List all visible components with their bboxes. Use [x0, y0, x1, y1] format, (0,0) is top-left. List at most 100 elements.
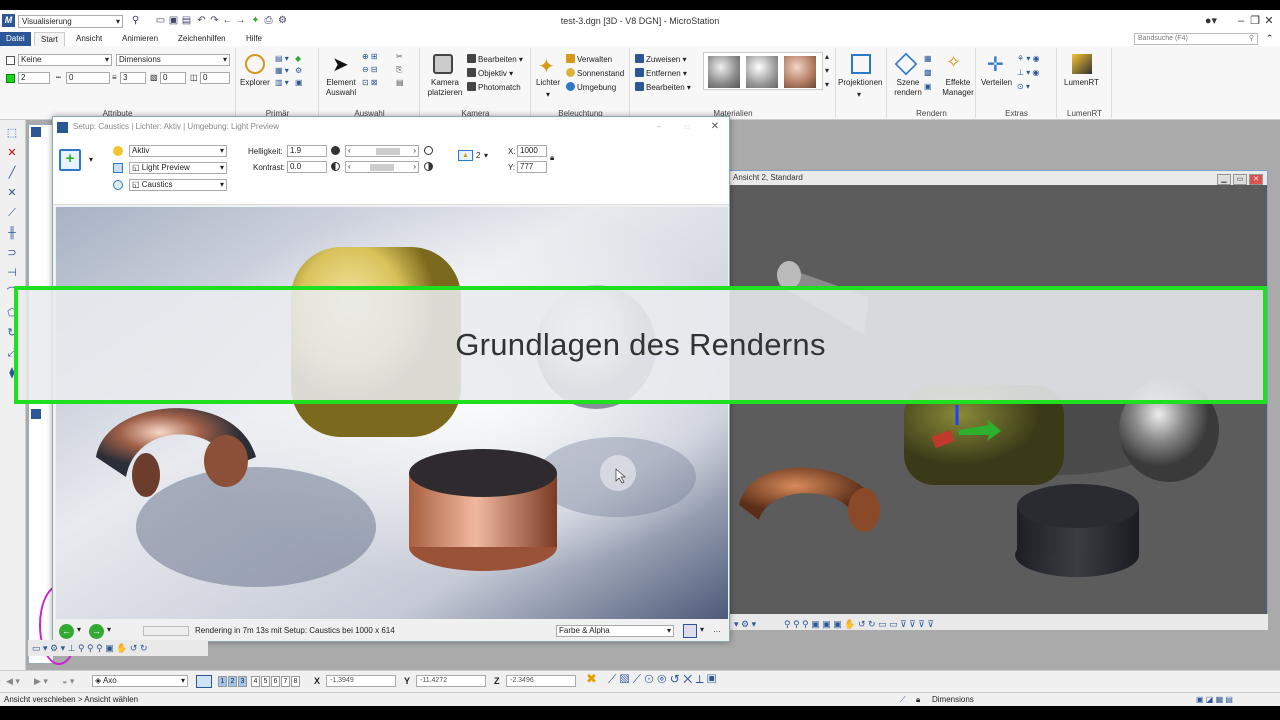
select-tool-icon[interactable]: ⬚	[4, 126, 20, 140]
zuweisen-button[interactable]: Zuweisen ▾	[635, 54, 687, 65]
tab-zeichenhilfen[interactable]: Zeichenhilfen	[172, 32, 232, 46]
tools-icon[interactable]: ⚙	[295, 66, 302, 76]
properties-icon[interactable]: ▣	[295, 78, 303, 88]
objektiv-button[interactable]: Objektiv ▾	[467, 68, 513, 79]
snap-tools-icons[interactable]: ⟋ ▧ ⟋ ⊙ ⊚ ↺ ✕ ⊥ ▣	[608, 673, 717, 685]
priority-select[interactable]: 0	[200, 72, 230, 84]
back-arrow-icon[interactable]: ←	[59, 624, 74, 639]
nav-forward-icon[interactable]: ▶ ▾	[34, 675, 48, 687]
material-thumb-copper[interactable]	[784, 56, 816, 88]
verteilen-button[interactable]: Verteilen	[981, 78, 1012, 88]
lichter-button[interactable]: Lichter	[536, 78, 560, 88]
save-image-icon[interactable]	[683, 624, 697, 638]
slider-right-arrow-icon[interactable]: ›	[413, 162, 416, 171]
lichter-dropdown-icon[interactable]: ▾	[546, 90, 550, 100]
tab-hilfe[interactable]: Hilfe	[240, 32, 268, 46]
copy-icon[interactable]: ⎘	[396, 65, 402, 75]
kamera-platzieren-button[interactable]: Kamera platzieren	[425, 78, 465, 98]
view-toggle-2[interactable]: 2	[228, 676, 237, 687]
lock-aspect-icon[interactable]: 🔒︎	[550, 153, 554, 163]
y-size-input[interactable]: 777	[517, 161, 547, 173]
render-start-icon[interactable]: +	[59, 149, 81, 171]
textstyle-select[interactable]: Dimensions ▾	[116, 54, 230, 66]
view-toggle-8[interactable]: 8	[291, 676, 300, 687]
element-auswahl-button[interactable]: Element Auswahl	[324, 78, 358, 98]
nav-back-icon[interactable]: ◀ ▾	[6, 675, 20, 687]
z-coord-input[interactable]: -2.3496	[506, 675, 576, 687]
tab-ansicht[interactable]: Ansicht	[70, 32, 108, 46]
status-snap-icon[interactable]: ⟋	[900, 695, 906, 705]
linestyle-select[interactable]: 0	[66, 72, 110, 84]
projektionen-button[interactable]: Projektionen	[838, 78, 882, 88]
accudraw-off-icon[interactable]: ✖	[586, 672, 597, 685]
grid-tool-icon[interactable]: ╫	[4, 226, 20, 240]
sonnenstand-button[interactable]: Sonnenstand	[566, 68, 624, 79]
lights-select[interactable]: Aktiv ▾	[129, 145, 227, 157]
levels-icon[interactable]: ▥ ▾	[275, 78, 289, 88]
material-bearbeiten-button[interactable]: Bearbeiten ▾	[635, 82, 691, 93]
status-tools-icons[interactable]: ▣ ◪ ▦ ▤	[1196, 695, 1233, 705]
view-1-tools-icons[interactable]: ▭ ▾ ⚙ ▾ ⊥ ⚲ ⚲ ⚲ ▣ ✋ ↺ ↻	[32, 642, 148, 654]
select-add-icon[interactable]: ⊕ ⊞	[362, 52, 378, 62]
gallery-up-icon[interactable]: ▴	[825, 52, 829, 62]
entfernen-button[interactable]: Entfernen ▾	[635, 68, 687, 79]
view-groups-icon[interactable]	[196, 675, 212, 688]
select-all-icon[interactable]: ⊡ ⊠	[362, 78, 378, 88]
lineweight-select[interactable]: 3	[120, 72, 146, 84]
output-mode-select[interactable]: Farbe & Alpha ▾	[556, 625, 674, 637]
kontrast-input[interactable]: 0.0	[287, 161, 327, 173]
x-size-input[interactable]: 1000	[517, 145, 547, 157]
select-sub-icon[interactable]: ⊖ ⊟	[362, 65, 378, 75]
forward-dropdown-icon[interactable]: ▾	[107, 625, 111, 634]
back-dropdown-icon[interactable]: ▾	[77, 625, 81, 634]
color-select[interactable]: 2	[18, 72, 50, 84]
material-thumb-steel[interactable]	[746, 56, 778, 88]
line-tool-icon[interactable]: ╱	[4, 166, 20, 180]
forward-arrow-icon[interactable]: →	[89, 624, 104, 639]
view-toggle-1[interactable]: 1	[218, 676, 227, 687]
helligkeit-slider-thumb[interactable]	[376, 148, 400, 155]
tab-animieren[interactable]: Animieren	[116, 32, 164, 46]
environment-select[interactable]: ◱ Light Preview ▾	[129, 162, 227, 174]
view-tools-icons[interactable]: ⚲ ⚲ ⚲ ▣ ▣ ▣ ✋ ↺ ↻ ▭ ▭ ⊽ ⊽ ⊽ ⊽	[784, 618, 934, 630]
kontrast-slider-thumb[interactable]	[370, 164, 394, 171]
image-count-dropdown-icon[interactable]: ▾	[484, 151, 488, 161]
material-thumb-chrome[interactable]	[708, 56, 740, 88]
umgebung-button[interactable]: Umgebung	[566, 82, 616, 93]
render-luxology-icon[interactable]: ▩	[924, 68, 932, 78]
render-start-dropdown-icon[interactable]: ▾	[89, 155, 93, 164]
lumenrt-button[interactable]: LumenRT	[1064, 78, 1099, 88]
projektionen-dropdown-icon[interactable]: ▾	[857, 90, 861, 100]
photomatch-button[interactable]: Photomatch	[467, 82, 521, 93]
dialog-maximize-button[interactable]: ▭	[677, 117, 697, 137]
delete-tool-icon[interactable]: ✕	[4, 146, 20, 160]
transparency-select[interactable]: 0	[160, 72, 186, 84]
references-icon[interactable]: ▦ ▾	[275, 66, 289, 76]
view-2-maximize-button[interactable]: ▭	[1233, 174, 1247, 185]
slider-left-arrow-icon[interactable]: ‹	[348, 162, 351, 171]
band-search-input[interactable]: Bandsuche (F4) ⚲	[1134, 33, 1258, 45]
view-attributes-icon[interactable]: ▾ ⚙ ▾	[734, 618, 756, 630]
render-settings-icon[interactable]: ▦	[924, 54, 932, 64]
view-toggle-7[interactable]: 7	[281, 676, 290, 687]
cut-icon[interactable]: ✂	[396, 52, 403, 62]
close-button[interactable]: ✕	[1254, 12, 1280, 30]
extend-tool-icon[interactable]: ⟋	[4, 206, 20, 220]
gallery-down-icon[interactable]: ▾	[825, 66, 829, 76]
view-2-minimize-button[interactable]: ▁	[1217, 174, 1231, 185]
slider-right-arrow-icon[interactable]: ›	[413, 146, 416, 155]
tree-icon[interactable]: ⚘ ▾ ◉	[1017, 54, 1040, 64]
intersect-tool-icon[interactable]: ✕	[4, 186, 20, 200]
helligkeit-slider[interactable]: ‹ ›	[345, 145, 419, 157]
helligkeit-input[interactable]: 1.9	[287, 145, 327, 157]
slider-left-arrow-icon[interactable]: ‹	[348, 146, 351, 155]
paste-icon[interactable]: ▤	[396, 78, 404, 88]
render-save-icon[interactable]: ▣	[924, 82, 932, 92]
level-select[interactable]: Keine ▾	[18, 54, 112, 66]
view-toggle-6[interactable]: 6	[271, 676, 280, 687]
gallery-more-icon[interactable]: ▾	[825, 80, 829, 90]
explorer-button[interactable]: Explorer	[240, 78, 270, 88]
view-2-close-button[interactable]: ✕	[1249, 174, 1263, 185]
view-mode-select[interactable]: ◈ Axo ▾	[92, 675, 188, 687]
view-toggle-4[interactable]: 4	[251, 676, 260, 687]
